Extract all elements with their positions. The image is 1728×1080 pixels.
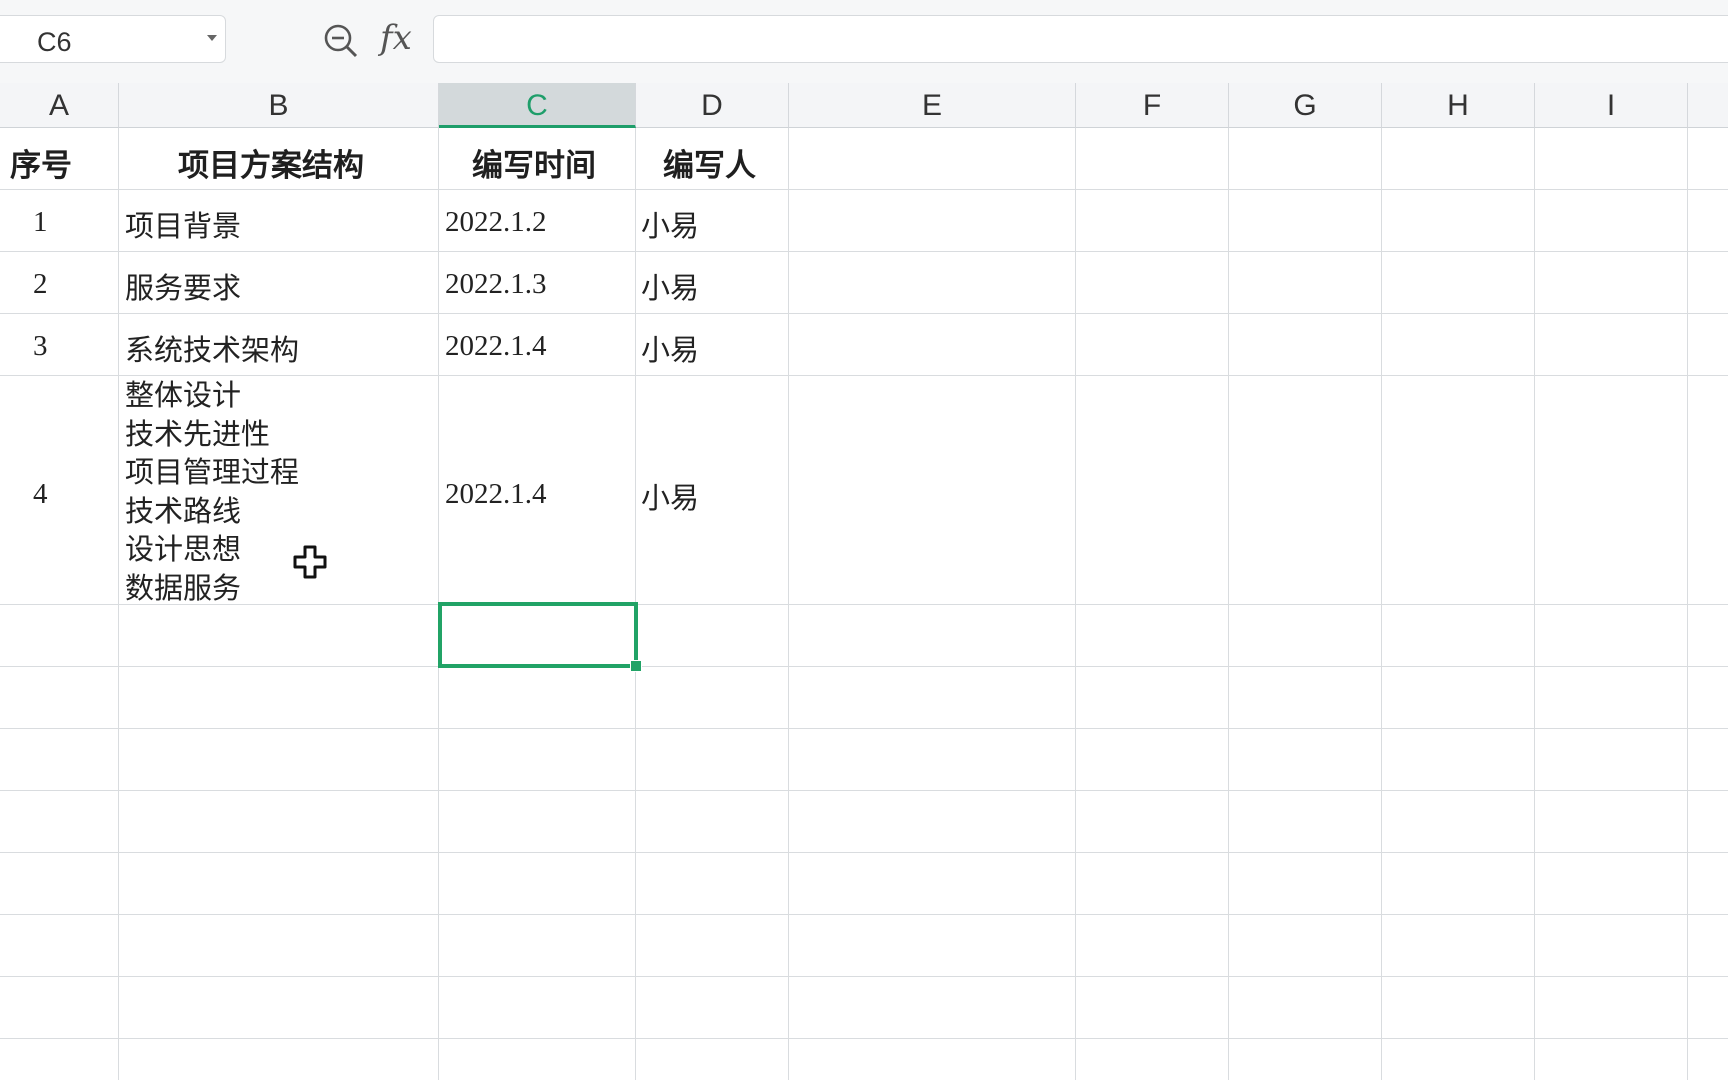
column-header-h[interactable]: H [1382, 83, 1535, 128]
column-header-d[interactable]: D [636, 83, 789, 128]
column-header-j[interactable] [1688, 83, 1728, 128]
zoom-formula-icon[interactable] [322, 22, 360, 60]
cell-author[interactable]: 小易 [641, 327, 699, 369]
cell-structure[interactable]: 整体设计 技术先进性 项目管理过程 技术路线 设计思想 数据服务 [125, 376, 299, 607]
fx-icon[interactable]: fx [380, 18, 412, 58]
cell-no[interactable]: 1 [33, 206, 48, 239]
cell-date[interactable]: 2022.1.4 [445, 330, 547, 363]
column-header-i[interactable]: I [1535, 83, 1688, 128]
cell-date[interactable]: 2022.1.4 [445, 478, 547, 511]
name-box[interactable]: C6 [0, 15, 226, 63]
header-cell-structure[interactable]: 项目方案结构 [178, 140, 364, 185]
name-box-value: C6 [37, 27, 72, 57]
header-cell-author[interactable]: 编写人 [663, 140, 756, 185]
cell-structure[interactable]: 系统技术架构 [125, 327, 299, 369]
header-cell-no[interactable]: 序号 [10, 140, 72, 185]
cell-select-cursor-icon [293, 545, 327, 579]
selected-cell-c6[interactable] [438, 602, 638, 668]
header-cell-date[interactable]: 编写时间 [472, 140, 596, 185]
column-header-b[interactable]: B [119, 83, 439, 128]
cell-author[interactable]: 小易 [641, 265, 699, 307]
cell-date[interactable]: 2022.1.2 [445, 206, 547, 239]
cell-date[interactable]: 2022.1.3 [445, 268, 547, 301]
column-header-g[interactable]: G [1229, 83, 1382, 128]
cell-no[interactable]: 3 [33, 330, 48, 363]
column-header-a[interactable]: A [0, 83, 119, 128]
formula-bar: C6 fx [0, 0, 1728, 84]
cell-structure[interactable]: 项目背景 [125, 203, 241, 245]
cell-no[interactable]: 2 [33, 268, 48, 301]
cell-structure[interactable]: 服务要求 [125, 265, 241, 307]
cell-author[interactable]: 小易 [641, 203, 699, 245]
chevron-down-icon[interactable] [207, 35, 217, 41]
column-header-c[interactable]: C [439, 83, 636, 128]
cell-no[interactable]: 4 [33, 478, 48, 511]
cell-author[interactable]: 小易 [641, 475, 699, 517]
column-header-f[interactable]: F [1076, 83, 1229, 128]
fill-handle[interactable] [630, 660, 642, 672]
column-header-e[interactable]: E [789, 83, 1076, 128]
formula-input[interactable] [433, 15, 1728, 63]
